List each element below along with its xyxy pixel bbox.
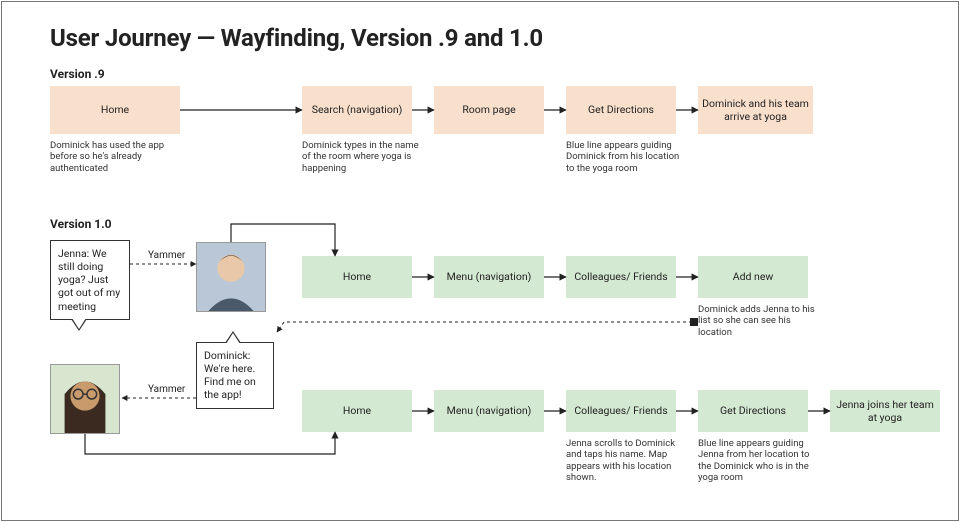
speech-dominick-text: Dominick: We're here. Find me on the app… bbox=[204, 349, 256, 401]
person-icon bbox=[51, 365, 119, 433]
v9-step-search: Search (navigation) bbox=[302, 86, 412, 134]
v9-caption-home: Dominick has used the app before so he's… bbox=[50, 140, 170, 174]
v10b-caption-colleagues: Jenna scrolls to Dominick and taps his n… bbox=[566, 438, 686, 484]
speech-jenna-text: Jenna: We still doing yoga? Just got out… bbox=[58, 247, 120, 313]
person-icon bbox=[197, 243, 265, 311]
page-title: User Journey — Wayfinding, Version .9 an… bbox=[50, 24, 543, 52]
v10b-step-arrive: Jenna joins her team at yoga bbox=[830, 390, 940, 432]
heading-v9: Version .9 bbox=[50, 67, 105, 81]
yammer-label-1: Yammer bbox=[148, 250, 185, 261]
v9-step-directions: Get Directions bbox=[566, 86, 676, 134]
v9-caption-directions: Blue line appears guiding Dominick from … bbox=[566, 140, 686, 174]
v9-step-room: Room page bbox=[434, 86, 544, 134]
v10a-step-menu: Menu (navigation) bbox=[434, 256, 544, 298]
speech-jenna: Jenna: We still doing yoga? Just got out… bbox=[50, 240, 130, 320]
v10a-step-addnew: Add new bbox=[698, 256, 808, 298]
v9-step-home: Home bbox=[50, 86, 180, 134]
speech-dominick: Dominick: We're here. Find me on the app… bbox=[196, 342, 274, 409]
yammer-label-2: Yammer bbox=[148, 384, 185, 395]
v10b-caption-directions: Blue line appears guiding Jenna from her… bbox=[698, 438, 818, 484]
v9-step-arrive: Dominick and his team arrive at yoga bbox=[698, 86, 813, 134]
v10b-step-home: Home bbox=[302, 390, 412, 432]
dominick-photo bbox=[196, 242, 266, 312]
v10b-step-menu: Menu (navigation) bbox=[434, 390, 544, 432]
v10a-step-colleagues: Colleagues/ Friends bbox=[566, 256, 676, 298]
heading-v10: Version 1.0 bbox=[50, 217, 112, 231]
journey-diagram: User Journey — Wayfinding, Version .9 an… bbox=[1, 1, 959, 521]
jenna-photo bbox=[50, 364, 120, 434]
v10b-step-directions: Get Directions bbox=[698, 390, 808, 432]
v10a-step-home: Home bbox=[302, 256, 412, 298]
v10a-caption-addnew: Dominick adds Jenna to his list so she c… bbox=[698, 304, 818, 338]
v10b-step-colleagues: Colleagues/ Friends bbox=[566, 390, 676, 432]
v9-caption-search: Dominick types in the name of the room w… bbox=[302, 140, 422, 174]
